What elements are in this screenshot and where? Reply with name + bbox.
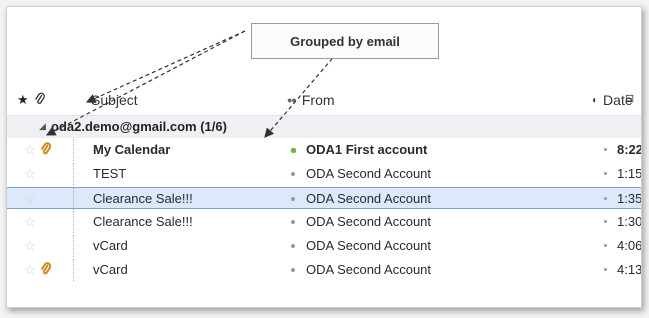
group-label: oda2.demo@gmail.com (1/6)	[51, 119, 227, 134]
from-column-header[interactable]: ●● From	[287, 92, 335, 108]
message-date: 1:15 PM	[617, 166, 642, 181]
message-list-panel: Grouped by email ★ Subject ●● From ◖ Dat…	[6, 6, 642, 308]
message-subject: vCard	[93, 262, 128, 277]
message-row[interactable]: ☆ Clearance Sale!!! ODA Second Account 1:30…	[7, 211, 641, 233]
message-from: ODA Second Account	[306, 238, 432, 253]
message-date: 1:35 PM	[617, 191, 642, 206]
attachment-icon	[40, 262, 52, 279]
thread-tree-line	[73, 163, 84, 185]
message-row[interactable]: ☆ vCard ODA Second Account 4:06 PM	[7, 235, 641, 257]
message-date: 8:22 AM	[617, 142, 642, 157]
column-header-row: ★ Subject ●● From ◖ Date ⊟	[7, 83, 641, 116]
group-header-row[interactable]: ◢ oda2.demo@gmail.com (1/6)	[7, 116, 641, 138]
message-subject: vCard	[93, 238, 128, 253]
message-from: ODA Second Account	[306, 166, 432, 181]
message-date: 4:06 PM	[617, 238, 642, 253]
read-status-dot-icon[interactable]	[291, 148, 296, 153]
date-junk-dot-icon[interactable]	[604, 244, 607, 247]
read-status-dot-icon[interactable]	[291, 244, 295, 248]
read-status-dot-icon[interactable]	[291, 220, 295, 224]
read-status-dot-icon[interactable]	[291, 268, 295, 272]
message-from: ODA Second Account	[306, 262, 432, 277]
message-date: 1:30 PM	[617, 214, 642, 229]
thread-tree-line	[73, 188, 84, 210]
date-junk-dot-icon[interactable]	[604, 197, 607, 200]
column-picker-icon: ⊟	[625, 93, 635, 105]
date-junk-dot-icon[interactable]	[604, 268, 607, 271]
message-subject: My Calendar	[93, 142, 171, 157]
star-column-icon: ★	[17, 92, 29, 107]
date-junk-dot-icon[interactable]	[604, 148, 607, 151]
thread-tree-line	[73, 211, 84, 233]
message-row[interactable]: ☆ TEST ODA Second Account 1:15 PM	[7, 163, 641, 185]
date-sort-icon: ◖	[591, 94, 598, 106]
message-from: ODA1 First account	[306, 142, 428, 157]
star-toggle-icon[interactable]: ☆	[24, 166, 36, 182]
from-column-label: From	[301, 92, 335, 108]
attachment-column-icon	[35, 92, 45, 104]
column-picker-button[interactable]: ⊟	[625, 92, 634, 105]
star-toggle-icon[interactable]: ☆	[24, 262, 36, 278]
date-junk-dot-icon[interactable]	[604, 220, 607, 223]
read-status-dot-icon[interactable]	[291, 197, 295, 201]
thread-tree-line	[73, 259, 84, 281]
message-subject: Clearance Sale!!!	[93, 191, 193, 206]
date-junk-dot-icon[interactable]	[604, 172, 607, 175]
attachment-icon	[40, 142, 52, 159]
attachment-column-header[interactable]	[34, 92, 46, 106]
subject-column-header[interactable]: Subject	[91, 92, 138, 108]
message-subject: TEST	[93, 166, 127, 181]
message-row[interactable]: ☆ Clearance Sale!!! ODA Second Account 1:35…	[7, 187, 642, 210]
thread-tree-line	[73, 235, 84, 257]
message-subject: Clearance Sale!!!	[93, 214, 193, 229]
star-column-header[interactable]: ★	[17, 92, 29, 108]
message-from: ODA Second Account	[306, 191, 432, 206]
thread-column-icon: ●●	[287, 95, 297, 105]
message-date: 4:13 PM	[617, 262, 642, 277]
star-toggle-icon[interactable]: ☆	[24, 142, 36, 158]
thread-tree-line	[73, 139, 84, 161]
message-from: ODA Second Account	[306, 214, 432, 229]
message-row[interactable]: ☆ vCard ODA Second Account 4:13 PM	[7, 259, 641, 281]
grouped-by-email-callout: Grouped by email	[251, 23, 439, 59]
collapse-triangle-icon[interactable]: ◢	[39, 121, 46, 132]
star-toggle-icon[interactable]: ☆	[24, 214, 36, 230]
read-status-dot-icon[interactable]	[291, 172, 295, 176]
message-row[interactable]: ☆ My Calendar ODA1 First account 8:22 AM	[7, 139, 641, 161]
star-toggle-icon[interactable]: ☆	[24, 238, 36, 254]
star-toggle-icon[interactable]: ☆	[24, 191, 36, 207]
